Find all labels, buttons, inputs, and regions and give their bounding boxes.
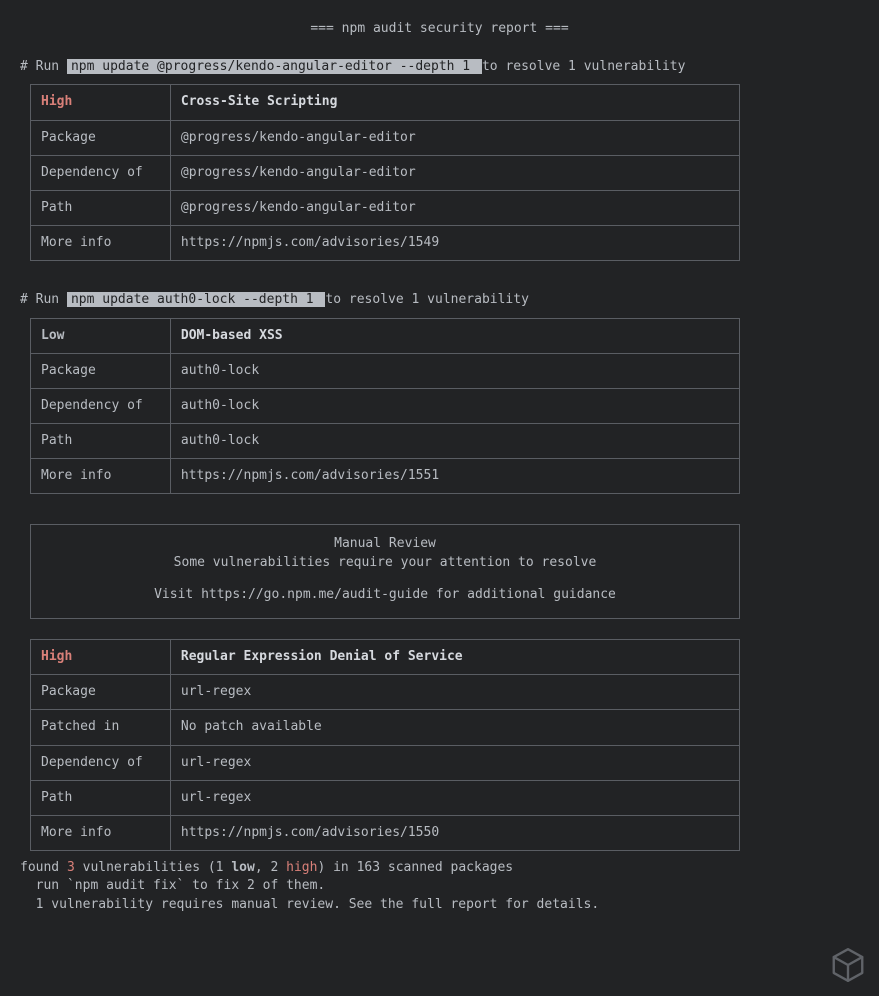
- high-word: high: [286, 860, 317, 875]
- vulnerability-table: Low DOM-based XSS Packageauth0-lock Depe…: [30, 318, 740, 495]
- vuln-title: Cross-Site Scripting: [170, 85, 739, 120]
- row-label: Package: [31, 353, 171, 388]
- row-label: Dependency of: [31, 745, 171, 780]
- row-label: Package: [31, 675, 171, 710]
- manual-review-title: Manual Review: [31, 535, 739, 553]
- row-value: @progress/kendo-angular-editor: [170, 120, 739, 155]
- severity-badge: Low: [41, 328, 64, 343]
- row-value: auth0-lock: [170, 424, 739, 459]
- vuln-title: Regular Expression Denial of Service: [170, 640, 739, 675]
- summary-line3: 1 vulnerability requires manual review. …: [20, 896, 859, 914]
- run-command-highlight: npm update @progress/kendo-angular-edito…: [67, 59, 482, 74]
- run-prefix: # Run: [20, 59, 67, 74]
- row-value: @progress/kendo-angular-editor: [170, 155, 739, 190]
- total-count: 3: [67, 860, 75, 875]
- run-resolve-text: to resolve 1 vulnerability: [325, 292, 529, 307]
- run-resolve-text: to resolve 1 vulnerability: [482, 59, 686, 74]
- vuln-title: DOM-based XSS: [170, 318, 739, 353]
- vulnerability-table: High Cross-Site Scripting Package@progre…: [30, 84, 740, 261]
- severity-badge: High: [41, 649, 72, 664]
- row-value: auth0-lock: [170, 388, 739, 423]
- low-word: low: [231, 860, 254, 875]
- row-value: url-regex: [170, 780, 739, 815]
- manual-review-subtitle: Some vulnerabilities require your attent…: [31, 554, 739, 572]
- row-value: https://npmjs.com/advisories/1551: [170, 459, 739, 494]
- row-label: Path: [31, 424, 171, 459]
- row-value: No patch available: [170, 710, 739, 745]
- manual-review-guide: Visit https://go.npm.me/audit-guide for …: [31, 586, 739, 604]
- row-value: auth0-lock: [170, 353, 739, 388]
- row-value: @progress/kendo-angular-editor: [170, 190, 739, 225]
- row-label: Dependency of: [31, 155, 171, 190]
- summary-line1: found 3 vulnerabilities (1 low, 2 high) …: [20, 859, 859, 877]
- row-label: Path: [31, 190, 171, 225]
- row-value: https://npmjs.com/advisories/1549: [170, 226, 739, 261]
- row-value: https://npmjs.com/advisories/1550: [170, 815, 739, 850]
- vulnerability-table: High Regular Expression Denial of Servic…: [30, 639, 740, 851]
- row-label: Path: [31, 780, 171, 815]
- run-command-line: # Run npm update @progress/kendo-angular…: [20, 58, 859, 76]
- row-label: Package: [31, 120, 171, 155]
- run-prefix: # Run: [20, 292, 67, 307]
- audit-summary: found 3 vulnerabilities (1 low, 2 high) …: [20, 859, 859, 914]
- row-label: Dependency of: [31, 388, 171, 423]
- row-label: More info: [31, 815, 171, 850]
- row-label: Patched in: [31, 710, 171, 745]
- row-label: More info: [31, 226, 171, 261]
- brand-logo-icon: [829, 946, 867, 984]
- row-label: More info: [31, 459, 171, 494]
- manual-review-box: Manual Review Some vulnerabilities requi…: [30, 524, 740, 619]
- severity-badge: High: [41, 94, 72, 109]
- row-value: url-regex: [170, 675, 739, 710]
- audit-report-header: === npm audit security report ===: [20, 20, 859, 38]
- summary-line2: run `npm audit fix` to fix 2 of them.: [20, 877, 859, 895]
- row-value: url-regex: [170, 745, 739, 780]
- run-command-highlight: npm update auth0-lock --depth 1: [67, 292, 325, 307]
- run-command-line: # Run npm update auth0-lock --depth 1 to…: [20, 291, 859, 309]
